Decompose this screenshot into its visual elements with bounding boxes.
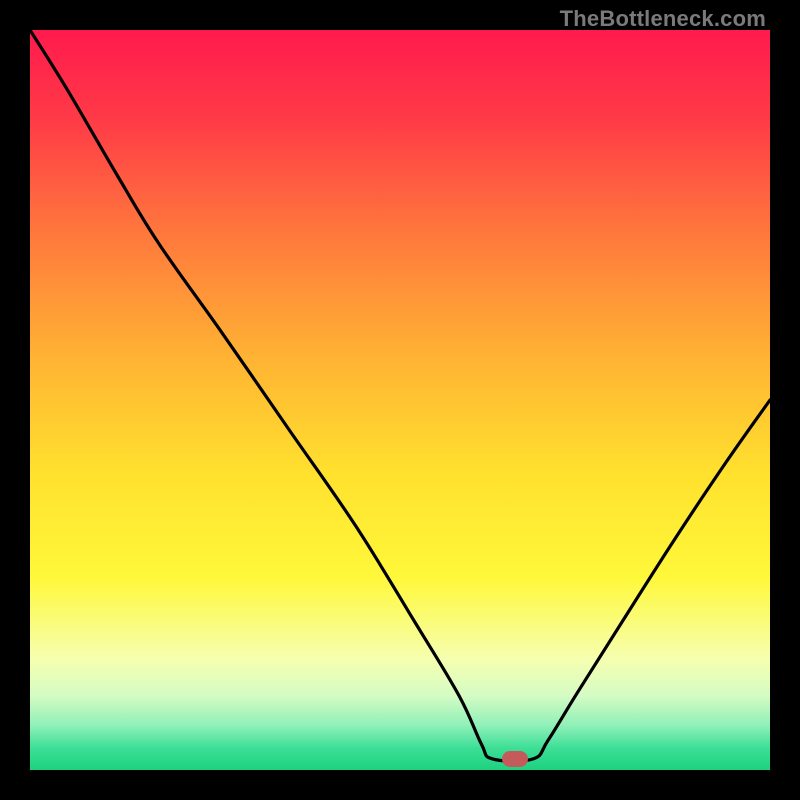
chart-container: TheBottleneck.com xyxy=(0,0,800,800)
watermark-text: TheBottleneck.com xyxy=(560,6,766,32)
optimal-marker xyxy=(502,751,528,767)
bottleneck-curve xyxy=(30,30,770,770)
plot-area xyxy=(30,30,770,770)
